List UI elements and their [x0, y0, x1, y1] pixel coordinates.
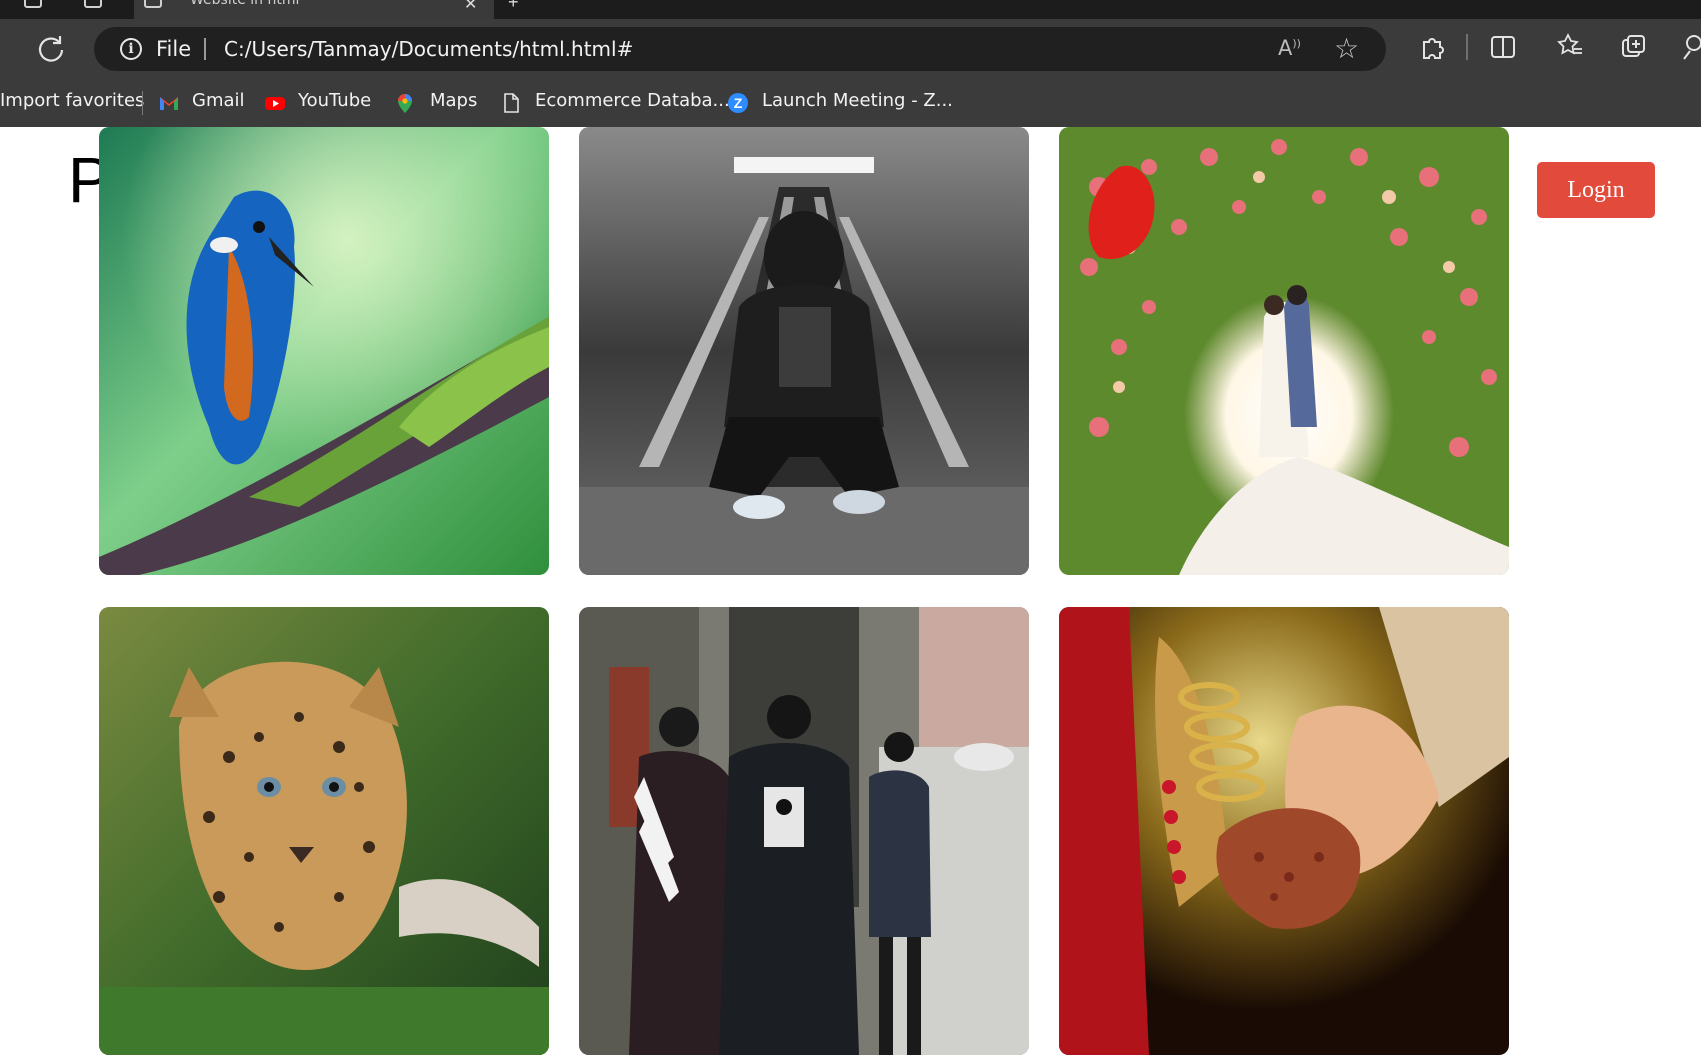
- tab-strip: Website in html ✕ +: [0, 0, 1701, 19]
- reload-icon[interactable]: [34, 32, 68, 66]
- bookmark-gmail[interactable]: Gmail: [192, 90, 245, 111]
- svg-text:Z: Z: [734, 95, 743, 111]
- gallery-image-escalator-man[interactable]: [579, 127, 1029, 575]
- page-icon: [144, 0, 162, 8]
- youtube-icon: [265, 97, 285, 110]
- collections-icon[interactable]: [1620, 33, 1648, 61]
- zoom-icon: Z: [728, 93, 748, 113]
- document-icon: [504, 93, 519, 113]
- tab-website[interactable]: Website in html ✕: [134, 0, 494, 19]
- address-bar[interactable]: i File C:/Users/Tanmay/Documents/html.ht…: [94, 27, 1386, 71]
- scheme-label: File: [156, 37, 192, 61]
- bookmark-zoom-meeting[interactable]: Launch Meeting - Z...: [762, 90, 953, 111]
- gmail-icon: [160, 97, 178, 110]
- puzzle-icon[interactable]: [1418, 33, 1446, 61]
- street-walkers-image: [579, 607, 1029, 1055]
- tab-close-icon[interactable]: ✕: [464, 0, 477, 14]
- gallery-image-wedding-hands[interactable]: [1059, 607, 1509, 1055]
- wedding-hands-image: [1059, 607, 1509, 1055]
- kingfisher-image: [99, 127, 549, 575]
- gallery-image-leopard[interactable]: [99, 607, 549, 1055]
- url-text[interactable]: C:/Users/Tanmay/Documents/html.html#: [224, 37, 633, 61]
- profile-icon[interactable]: [1682, 33, 1701, 61]
- login-button[interactable]: Login: [1537, 162, 1655, 218]
- bookmark-maps[interactable]: Maps: [430, 90, 477, 111]
- gallery-image-kingfisher[interactable]: [99, 127, 549, 575]
- address-divider: [204, 38, 206, 60]
- workspaces-icon[interactable]: [24, 0, 42, 8]
- bookmark-import-favorites[interactable]: Import favorites: [0, 90, 144, 111]
- bookmarks-bar: Import favorites Gmail YouTube Maps Ecom…: [0, 79, 1701, 127]
- toolbar-separator: [1466, 34, 1468, 60]
- bookmark-youtube[interactable]: YouTube: [298, 90, 371, 111]
- info-icon[interactable]: i: [120, 38, 142, 60]
- maps-icon: [398, 94, 412, 113]
- leopard-image: [99, 607, 549, 1055]
- tab-actions-icon[interactable]: [84, 0, 102, 8]
- escalator-man-image: [579, 127, 1029, 575]
- split-screen-icon[interactable]: [1490, 34, 1516, 60]
- bookmark-separator: [142, 91, 143, 115]
- gallery-image-street-walkers[interactable]: [579, 607, 1029, 1055]
- favorites-icon[interactable]: [1556, 32, 1584, 60]
- new-tab-button[interactable]: +: [508, 0, 519, 13]
- star-icon[interactable]: ☆: [1334, 32, 1359, 65]
- browser-toolbar: i File C:/Users/Tanmay/Documents/html.ht…: [0, 19, 1701, 79]
- bookmark-ecommerce[interactable]: Ecommerce Databa...: [535, 90, 730, 111]
- read-aloud-icon[interactable]: A)): [1278, 36, 1301, 60]
- gallery-image-flower-couple[interactable]: [1059, 127, 1509, 575]
- flower-couple-image: [1059, 127, 1509, 575]
- tab-title: Website in html: [190, 0, 300, 8]
